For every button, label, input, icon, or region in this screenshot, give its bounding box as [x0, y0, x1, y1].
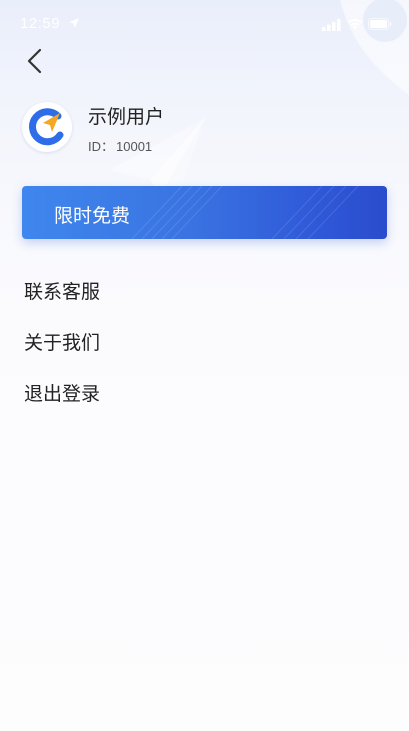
cellular-signal-icon — [322, 19, 341, 31]
banner-label: 限时免费 — [54, 205, 131, 227]
menu-item-label: 退出登录 — [24, 383, 101, 405]
wifi-icon — [348, 19, 362, 30]
battery-icon — [368, 18, 392, 30]
chevron-left-icon — [27, 48, 42, 74]
limited-free-banner[interactable]: 限时免费 — [22, 186, 387, 239]
avatar[interactable] — [22, 102, 72, 152]
username: 示例用户 — [88, 106, 165, 128]
back-button[interactable] — [20, 44, 52, 78]
menu-item-about-us[interactable]: 关于我们 — [0, 316, 409, 364]
menu-item-label: 关于我们 — [24, 332, 101, 354]
status-bar: 12:59 — [0, 0, 409, 44]
location-arrow-icon — [69, 18, 79, 28]
menu-item-logout[interactable]: 退出登录 — [0, 367, 409, 415]
user-id-value: 10001 — [116, 139, 153, 154]
user-id-label: ID： — [88, 139, 115, 154]
app-logo-icon — [29, 108, 64, 146]
status-time: 12:59 — [20, 15, 61, 32]
menu-item-label: 联系客服 — [24, 281, 101, 303]
user-id: ID： 10001 — [88, 136, 152, 155]
menu-item-contact-support[interactable]: 联系客服 — [0, 265, 409, 313]
